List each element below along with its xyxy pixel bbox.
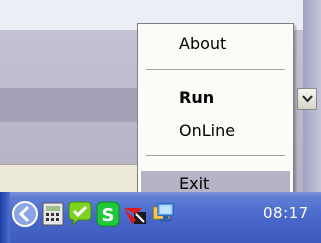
chevron-left-icon[interactable] [12, 198, 38, 228]
menu-item-about[interactable]: About [141, 31, 290, 57]
monitor-icon[interactable] [150, 198, 176, 228]
tray-clock[interactable]: 08:17 [263, 204, 309, 222]
window-bottom-panel [0, 164, 150, 193]
svg-text:S: S [102, 205, 115, 226]
system-tray: S 08:17 [0, 192, 321, 243]
chevron-down-icon [302, 95, 313, 103]
menu-item-online[interactable]: OnLine [141, 118, 290, 144]
context-menu: About Run OnLine Exit [137, 23, 294, 207]
menu-separator [146, 69, 285, 71]
menu-item-run[interactable]: Run [141, 85, 290, 111]
calculator-icon[interactable] [40, 198, 66, 228]
network-alert-icon[interactable] [122, 198, 148, 228]
dropdown-button[interactable] [297, 88, 317, 110]
chat-bubble-icon[interactable] [67, 198, 93, 228]
window-content-band [0, 88, 150, 122]
taskbar-edge [0, 192, 10, 243]
s-app-icon[interactable]: S [95, 198, 121, 228]
menu-separator [146, 155, 285, 157]
